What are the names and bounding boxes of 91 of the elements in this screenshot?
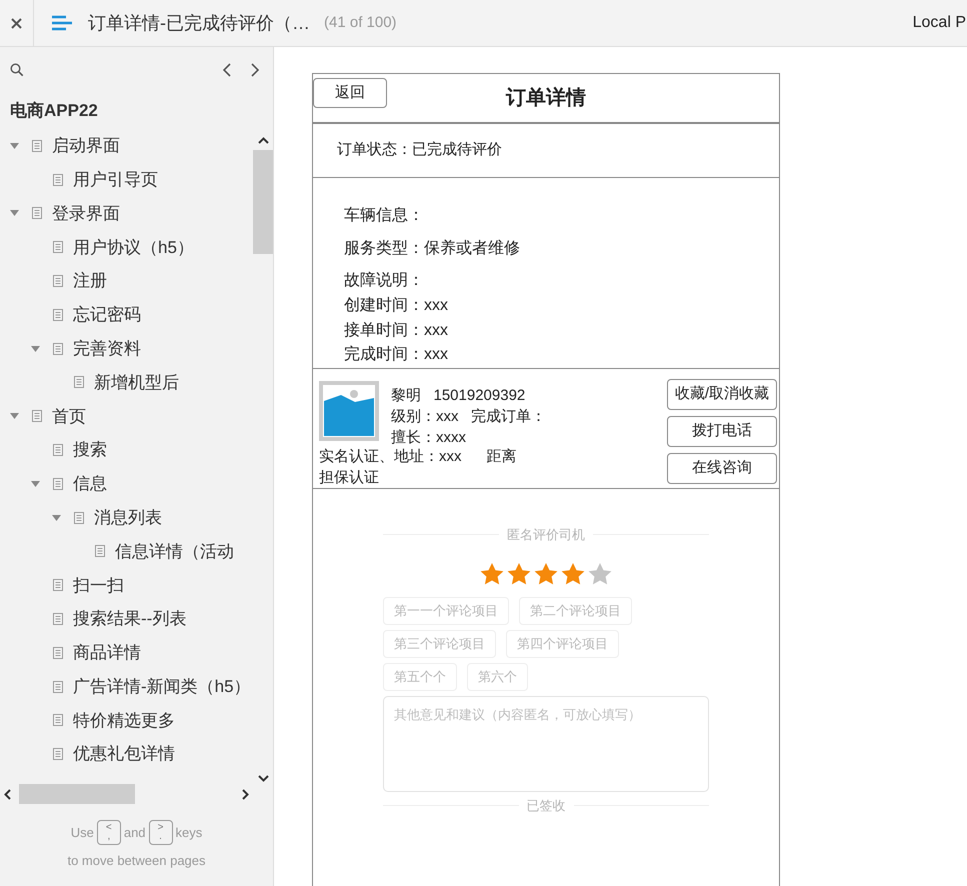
page-icon xyxy=(53,478,63,490)
page-icon xyxy=(53,241,63,254)
page-icon xyxy=(53,275,63,288)
order-info-line: 接单时间：xxx xyxy=(344,320,449,341)
page-icon xyxy=(53,680,63,693)
filled-star-icon[interactable] xyxy=(507,562,531,584)
scroll-down-icon[interactable] xyxy=(258,775,268,782)
order-status: 订单状态：已完成待评价 xyxy=(337,140,502,160)
page-tree-item[interactable]: 扫一扫 xyxy=(73,572,124,598)
action-button[interactable]: 在线咨询 xyxy=(667,453,777,484)
image-placeholder-icon xyxy=(319,381,379,441)
page-icon xyxy=(53,174,63,186)
page-tree-item[interactable]: 启动界面 xyxy=(52,133,120,159)
expanded-caret-icon[interactable] xyxy=(10,142,19,149)
driver-level: 级别：xxx 完成订单： xyxy=(391,407,546,427)
page-tree-item[interactable]: 首页 xyxy=(52,404,86,430)
scrollbar-thumb[interactable] xyxy=(19,784,135,804)
filled-star-icon[interactable] xyxy=(561,562,585,584)
key-cap: < , xyxy=(96,820,121,845)
page-tree-item[interactable]: 搜索 xyxy=(73,437,107,463)
next-page-icon[interactable] xyxy=(251,63,259,77)
host-label: Local P xyxy=(912,13,966,33)
page-tree-item[interactable]: 完善资料 xyxy=(73,336,141,362)
filled-star-icon[interactable] xyxy=(534,562,558,584)
page-tree-item[interactable]: 广告详情-新闻类（h5） xyxy=(73,674,251,700)
project-name: 电商APP22 xyxy=(10,100,98,122)
hint-text: and xyxy=(124,824,146,842)
screen-title: 订单详情 xyxy=(506,86,586,111)
order-info-line: 创建时间：xxx xyxy=(344,296,449,316)
order-info-line: 车辆信息： xyxy=(344,206,425,226)
expanded-caret-icon[interactable] xyxy=(31,346,40,352)
comment-field[interactable]: 其他意见和建议（内容匿名，可放心填写） xyxy=(383,696,709,792)
page-icon xyxy=(53,748,63,760)
page-tree-item[interactable]: 搜索结果--列表 xyxy=(73,606,186,632)
signed-label: 已签收 xyxy=(526,796,566,814)
menu-icon[interactable] xyxy=(52,15,72,31)
page-icon xyxy=(74,512,84,524)
expanded-caret-icon[interactable] xyxy=(52,514,61,521)
review-heading: 匿名评价司机 xyxy=(507,526,585,544)
scroll-right-icon[interactable] xyxy=(242,788,249,800)
page-tree-item[interactable]: 优惠礼包详情 xyxy=(73,741,175,767)
search-icon[interactable] xyxy=(10,63,24,77)
scrollbar-thumb[interactable] xyxy=(253,150,273,254)
empty-star-icon[interactable] xyxy=(588,562,612,584)
page-tree-item[interactable]: 用户引导页 xyxy=(73,166,158,192)
page-icon xyxy=(53,714,63,726)
page-tree-item[interactable]: 用户协议（h5） xyxy=(73,234,194,260)
page-icon xyxy=(53,308,63,321)
page-icon xyxy=(95,545,105,558)
page-icon xyxy=(53,613,63,626)
hint-text: keys xyxy=(176,824,202,842)
scroll-up-icon[interactable] xyxy=(258,137,268,144)
page-icon xyxy=(53,579,63,592)
hint-text: Use xyxy=(70,824,94,842)
page-icon xyxy=(32,410,42,422)
driver-certification: 实名认证、地址：xxx 距离 xyxy=(319,447,518,467)
page-icon xyxy=(32,140,42,152)
driver-name-phone: 黎明 15019209392 xyxy=(391,386,526,406)
expanded-caret-icon[interactable] xyxy=(10,413,19,420)
driver-skill: 擅长：xxxx xyxy=(391,428,467,448)
filled-star-icon[interactable] xyxy=(480,562,504,584)
page-tree-item[interactable]: 注册 xyxy=(73,268,107,294)
page-icon xyxy=(32,207,42,220)
action-button[interactable]: 拨打电话 xyxy=(667,416,777,447)
hint-text: to move between pages xyxy=(67,852,206,870)
order-info-line: 完成时间：xxx xyxy=(344,344,449,366)
page-tree-item[interactable]: 商品详情 xyxy=(73,640,141,666)
expanded-caret-icon[interactable] xyxy=(10,210,19,216)
page-title: 订单详情-已完成待评价（… xyxy=(88,12,310,34)
expanded-caret-icon[interactable] xyxy=(31,480,40,487)
page-tree-item[interactable]: 新增机型后 xyxy=(94,370,179,396)
order-info-line: 故障说明： xyxy=(344,270,425,292)
page-tree-item[interactable]: 信息详情（活动 xyxy=(115,538,234,564)
driver-guarantee: 担保认证 xyxy=(319,468,380,488)
page-icon xyxy=(53,444,63,456)
previous-page-icon[interactable] xyxy=(223,63,231,77)
page-tree-item[interactable]: 消息列表 xyxy=(94,504,162,530)
page-icon xyxy=(53,646,63,659)
page-icon xyxy=(74,376,84,388)
page-count: (41 of 100) xyxy=(324,12,397,33)
close-icon xyxy=(11,18,22,28)
scroll-left-icon[interactable] xyxy=(4,788,11,800)
page-tree-item[interactable]: 忘记密码 xyxy=(73,302,141,328)
page-tree-item[interactable]: 信息 xyxy=(73,471,107,497)
order-info-line: 服务类型：保养或者维修 xyxy=(344,238,521,259)
key-cap: > . xyxy=(148,820,173,845)
action-button[interactable]: 收藏/取消收藏 xyxy=(667,379,777,410)
page-tree-item[interactable]: 特价精选更多 xyxy=(73,708,175,734)
page-tree-item[interactable]: 登录界面 xyxy=(52,200,120,226)
page-icon xyxy=(53,342,63,355)
back-button[interactable]: 返回 xyxy=(313,78,387,108)
